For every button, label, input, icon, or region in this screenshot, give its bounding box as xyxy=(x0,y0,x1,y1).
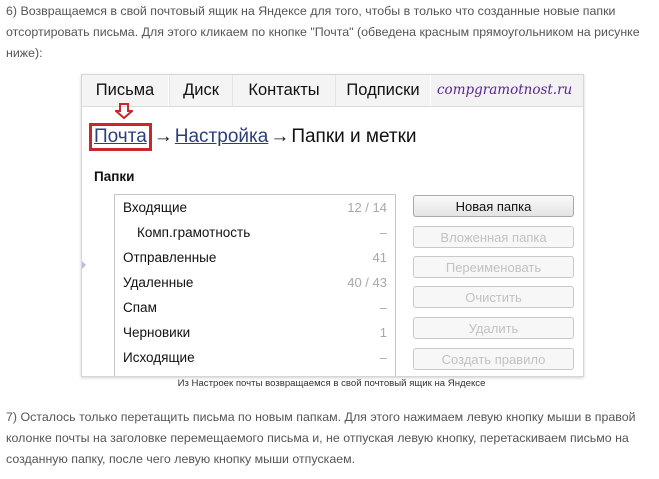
folder-row[interactable]: Исходящие – xyxy=(115,345,395,370)
breadcrumb-arrow: → xyxy=(270,126,290,147)
breadcrumb-settings-link[interactable]: Настройка xyxy=(175,126,269,147)
subfolder-button[interactable]: Вложенная папка xyxy=(413,226,574,248)
folder-name: Удаленные xyxy=(123,275,194,290)
tab-letters[interactable]: Письма xyxy=(82,75,169,106)
step-paragraph: 7) Осталось только перетащить письма по … xyxy=(6,410,636,466)
folder-name: Черновики xyxy=(123,325,191,340)
breadcrumb-mail-link[interactable]: Почта xyxy=(94,126,147,147)
folder-name: Исходящие xyxy=(123,350,195,365)
tab-disk[interactable]: Диск xyxy=(169,75,233,106)
breadcrumb-arrow: → xyxy=(153,126,173,147)
folder-count: 40 / 43 xyxy=(347,275,387,290)
mail-tabs-bar: Письма Диск Контакты Подписки compgramot… xyxy=(82,75,583,107)
folder-row[interactable]: Удаленные 40 / 43 xyxy=(115,270,395,295)
folder-row[interactable]: Отправленные 41 xyxy=(115,245,395,270)
folder-count: – xyxy=(379,300,387,315)
rename-button[interactable]: Переименовать xyxy=(413,256,574,278)
folders-heading: Папки xyxy=(94,169,135,184)
folder-row[interactable]: Черновики 1 xyxy=(115,320,395,345)
folder-count: 41 xyxy=(372,250,387,265)
folder-count: – xyxy=(379,350,387,365)
folder-name: Отправленные xyxy=(123,250,217,265)
folder-name: Комп.грамотность xyxy=(137,225,251,240)
watermark-text: compgramotnost.ru xyxy=(437,82,573,98)
breadcrumb: Почта → Настройка → Папки и метки xyxy=(89,122,417,152)
folder-count: 12 / 14 xyxy=(347,200,387,215)
new-folder-button[interactable]: Новая папка xyxy=(413,195,574,217)
highlight-box: Почта xyxy=(89,123,152,151)
folder-name: Входящие xyxy=(123,200,188,215)
clear-button[interactable]: Очистить xyxy=(413,286,574,308)
folder-row[interactable]: Входящие 12 / 14 xyxy=(115,195,395,220)
tab-contacts[interactable]: Контакты xyxy=(232,75,336,106)
folder-row[interactable]: Комп.грамотность – xyxy=(115,220,395,245)
intro-paragraph: 6) Возвращаемся в свой почтовый ящик на … xyxy=(6,4,640,60)
folder-name: Спам xyxy=(123,300,157,315)
create-rule-button[interactable]: Создать правило xyxy=(413,348,574,370)
figure-caption: Из Настроек почты возвращаемся в свой по… xyxy=(177,378,486,389)
folder-count: 1 xyxy=(379,325,387,340)
breadcrumb-current: Папки и метки xyxy=(291,126,417,147)
scroll-marker-icon xyxy=(82,261,86,269)
folder-count: – xyxy=(379,225,387,240)
folder-list: Входящие 12 / 14 Комп.грамотность – Отпр… xyxy=(114,194,396,376)
delete-button[interactable]: Удалить xyxy=(413,317,574,339)
tab-subscriptions[interactable]: Подписки xyxy=(335,75,431,106)
folder-row[interactable]: Спам – xyxy=(115,295,395,320)
yandex-mail-screenshot: Письма Диск Контакты Подписки compgramot… xyxy=(81,74,584,377)
red-arrow-down-icon xyxy=(115,103,133,119)
